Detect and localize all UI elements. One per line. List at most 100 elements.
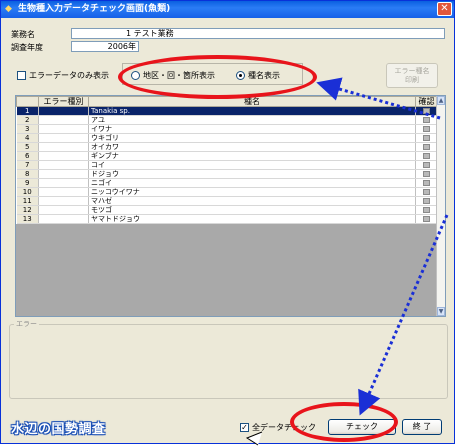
confirm-cell[interactable] xyxy=(415,196,438,206)
error-type-cell[interactable] xyxy=(38,151,89,161)
row-number: 3 xyxy=(16,124,39,134)
table-row[interactable]: 12 モツゴ xyxy=(16,205,438,215)
confirm-cell[interactable] xyxy=(415,169,438,179)
row-number: 7 xyxy=(16,160,39,170)
species-table: エラー種別 種名 確認 1 Tanakia sp. 2 アユ 3 イワナ 4 ウキゴリ 5 オイカ… xyxy=(16,96,438,224)
error-type-cell[interactable] xyxy=(38,178,89,188)
species-grid[interactable]: エラー種別 種名 確認 1 Tanakia sp. 2 アユ 3 イワナ 4 ウキゴリ 5 オイカ… xyxy=(15,95,446,317)
confirm-cell[interactable] xyxy=(415,160,438,170)
confirm-checkbox[interactable] xyxy=(423,216,430,222)
confirm-checkbox[interactable] xyxy=(423,207,430,213)
species-name-cell[interactable]: マハゼ xyxy=(88,196,416,206)
confirm-checkbox[interactable] xyxy=(423,135,430,141)
error-type-cell[interactable] xyxy=(38,205,89,215)
table-row[interactable]: 6 ギンブナ xyxy=(16,151,438,161)
confirm-checkbox[interactable] xyxy=(423,126,430,132)
error-species-print-line2: 印刷 xyxy=(405,76,419,84)
error-only-label: エラーデータのみ表示 xyxy=(29,71,109,80)
grid-scrollbar[interactable]: ▲ ▼ xyxy=(436,96,445,316)
confirm-checkbox[interactable] xyxy=(423,144,430,150)
confirm-checkbox[interactable] xyxy=(423,180,430,186)
exit-button[interactable]: 終 了 xyxy=(402,419,442,435)
confirm-cell[interactable] xyxy=(415,142,438,152)
table-row[interactable]: 9 ニゴイ xyxy=(16,178,438,188)
annotation-ellipse-check xyxy=(290,402,398,442)
close-button[interactable]: ✕ xyxy=(437,2,452,16)
table-row[interactable]: 11 マハゼ xyxy=(16,196,438,206)
error-type-cell[interactable] xyxy=(38,106,89,116)
confirm-checkbox[interactable] xyxy=(423,189,430,195)
row-number: 5 xyxy=(16,142,39,152)
table-row[interactable]: 1 Tanakia sp. xyxy=(16,106,438,116)
species-name-cell[interactable]: ドジョウ xyxy=(88,169,416,179)
title-bar[interactable]: ◆ 生物種入力データチェック画面(魚類) ✕ xyxy=(1,1,454,18)
confirm-cell[interactable] xyxy=(415,178,438,188)
confirm-checkbox[interactable] xyxy=(423,171,430,177)
confirm-cell[interactable] xyxy=(415,133,438,143)
species-name-cell[interactable]: アユ xyxy=(88,115,416,125)
table-row[interactable]: 10 ニッコウイワナ xyxy=(16,187,438,197)
error-type-cell[interactable] xyxy=(38,187,89,197)
app-icon: ◆ xyxy=(5,4,12,14)
species-name-cell[interactable]: ヤマトドジョウ xyxy=(88,214,416,224)
species-name-cell[interactable]: ギンブナ xyxy=(88,151,416,161)
species-name-cell[interactable]: コイ xyxy=(88,160,416,170)
species-name-cell[interactable]: オイカワ xyxy=(88,142,416,152)
scroll-up-icon[interactable]: ▲ xyxy=(437,96,445,105)
confirm-cell[interactable] xyxy=(415,151,438,161)
gyomu-label: 業務名 xyxy=(11,30,35,39)
error-only-checkbox[interactable]: エラーデータのみ表示 xyxy=(17,70,109,81)
species-name-cell[interactable]: モツゴ xyxy=(88,205,416,215)
confirm-cell[interactable] xyxy=(415,205,438,215)
table-row[interactable]: 4 ウキゴリ xyxy=(16,133,438,143)
scroll-down-icon[interactable]: ▼ xyxy=(437,307,445,316)
confirm-checkbox[interactable] xyxy=(423,117,430,123)
confirm-checkbox[interactable] xyxy=(423,198,430,204)
nendo-field: 2006年 xyxy=(71,41,139,52)
confirm-checkbox[interactable] xyxy=(423,108,430,114)
error-only-box[interactable] xyxy=(17,71,26,80)
error-type-cell[interactable] xyxy=(38,196,89,206)
header-check[interactable]: 確認 xyxy=(415,96,438,107)
annotation-ellipse-display xyxy=(118,55,317,99)
error-message-legend: エラー xyxy=(14,319,39,329)
table-row[interactable]: 7 コイ xyxy=(16,160,438,170)
error-type-cell[interactable] xyxy=(38,169,89,179)
error-type-cell[interactable] xyxy=(38,160,89,170)
all-data-check-box[interactable]: ✓ xyxy=(240,423,249,432)
gyomu-value: 1 テスト業務 xyxy=(126,29,174,38)
confirm-cell[interactable] xyxy=(415,124,438,134)
error-type-cell[interactable] xyxy=(38,214,89,224)
confirm-cell[interactable] xyxy=(415,115,438,125)
header-species[interactable]: 種名 xyxy=(88,96,416,107)
confirm-cell[interactable] xyxy=(415,214,438,224)
error-message-group: エラー xyxy=(9,319,448,399)
table-row[interactable]: 2 アユ xyxy=(16,115,438,125)
species-name-cell[interactable]: Tanakia sp. xyxy=(88,106,416,116)
grid-body: 1 Tanakia sp. 2 アユ 3 イワナ 4 ウキゴリ 5 オイカワ 6 ギンブナ 7 コイ 8 ドジ… xyxy=(16,106,438,224)
table-row[interactable]: 8 ドジョウ xyxy=(16,169,438,179)
nendo-label: 調査年度 xyxy=(11,43,43,52)
error-type-cell[interactable] xyxy=(38,133,89,143)
row-number: 1 xyxy=(16,106,39,116)
nendo-value: 2006年 xyxy=(107,42,136,51)
confirm-checkbox[interactable] xyxy=(423,153,430,159)
row-number: 10 xyxy=(16,187,39,197)
header-error-type[interactable]: エラー種別 xyxy=(38,96,89,107)
confirm-cell[interactable] xyxy=(415,106,438,116)
table-row[interactable]: 5 オイカワ xyxy=(16,142,438,152)
confirm-cell[interactable] xyxy=(415,187,438,197)
error-type-cell[interactable] xyxy=(38,142,89,152)
species-name-cell[interactable]: ニッコウイワナ xyxy=(88,187,416,197)
species-name-cell[interactable]: ニゴイ xyxy=(88,178,416,188)
table-row[interactable]: 3 イワナ xyxy=(16,124,438,134)
error-type-cell[interactable] xyxy=(38,115,89,125)
error-species-print-button[interactable]: エラー種名 印刷 xyxy=(386,63,438,88)
confirm-checkbox[interactable] xyxy=(423,162,430,168)
species-name-cell[interactable]: イワナ xyxy=(88,124,416,134)
row-number: 2 xyxy=(16,115,39,125)
table-row[interactable]: 13 ヤマトドジョウ xyxy=(16,214,438,224)
row-number: 12 xyxy=(16,205,39,215)
species-name-cell[interactable]: ウキゴリ xyxy=(88,133,416,143)
error-type-cell[interactable] xyxy=(38,124,89,134)
